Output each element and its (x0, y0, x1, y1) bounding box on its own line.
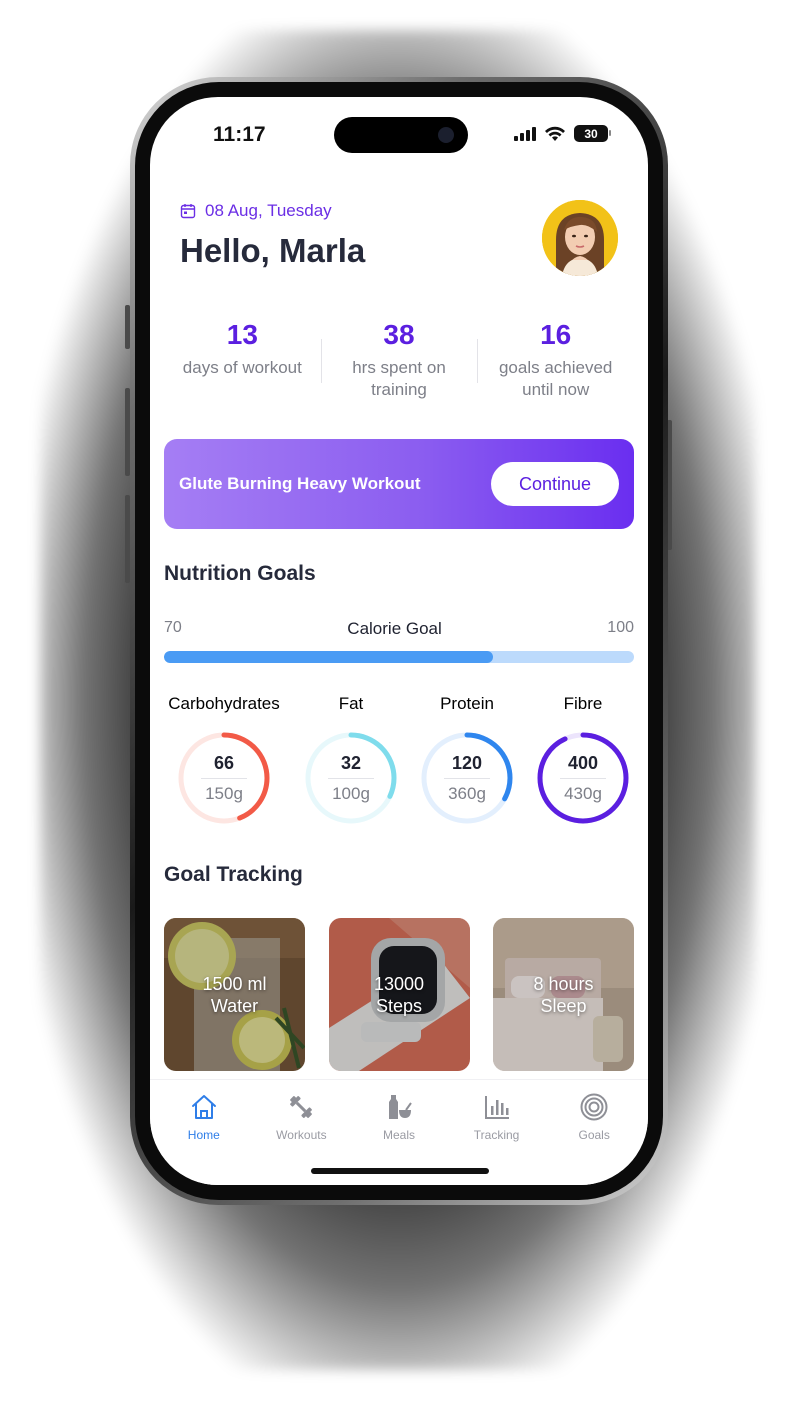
calendar-icon (180, 204, 196, 219)
workout-banner[interactable]: Glute Burning Heavy Workout Continue (164, 439, 634, 529)
status-time: 11:17 (213, 123, 266, 146)
goal-label: Water (210, 995, 259, 1016)
status-bar: 11:17 30 (150, 97, 648, 167)
app-screen: 11:17 30 08 Aug, Tuesday Hello, Marla 13… (150, 97, 648, 1185)
macro-rings: Carbohydrates Fat Protein Fibre 66 150g 3… (150, 694, 648, 834)
macro-value: 32 (340, 753, 362, 773)
stat-label: days of workout (182, 358, 302, 377)
tab-label: Workouts (276, 1128, 327, 1142)
goal-value: 13000 (373, 973, 425, 994)
goal-tracking-title: Goal Tracking (164, 863, 303, 886)
macro-total: 360g (448, 784, 486, 803)
tab-label: Home (187, 1128, 220, 1142)
goal-card-sleep[interactable]: 8 hours Sleep (493, 918, 634, 1071)
tab-goals[interactable]: Goals (545, 1080, 643, 1185)
battery-icon: 30 (574, 125, 611, 142)
calorie-goal-label: Calorie Goal (347, 619, 442, 638)
meals-icon (388, 1095, 412, 1119)
home-icon (191, 1095, 216, 1119)
macro-total: 430g (564, 784, 602, 803)
nutrition-goals-title: Nutrition Goals (164, 562, 316, 585)
calorie-max: 100 (607, 619, 634, 636)
greeting-title: Hello, Marla (180, 232, 366, 269)
goal-value: 1500 ml (202, 973, 267, 994)
macro-name-carbohydrates: Carbohydrates (168, 694, 280, 713)
target-icon (580, 1093, 608, 1121)
tab-label: Tracking (473, 1128, 520, 1142)
calorie-min: 70 (164, 619, 182, 636)
calorie-progress-bar (164, 651, 634, 663)
stat-workout-days: 13 days of workout (164, 319, 321, 401)
goal-cards: 1500 ml Water 13000 Steps 8 hours Sleep (164, 918, 634, 1071)
status-icons: 30 (514, 125, 611, 142)
macro-name-fat: Fat (338, 694, 364, 713)
goal-label: Sleep (540, 995, 587, 1016)
avatar[interactable] (542, 200, 618, 276)
tab-label: Goals (578, 1128, 610, 1142)
tab-label: Meals (382, 1128, 415, 1142)
stat-value: 38 (383, 319, 415, 350)
date-label: 08 Aug, Tuesday (205, 201, 332, 220)
stat-training-hours: 38 hrs spent on training (320, 319, 478, 401)
wifi-icon (545, 126, 565, 141)
macro-name-fibre: Fibre (563, 694, 603, 713)
continue-button[interactable]: Continue (491, 462, 619, 506)
macro-ring-carbohydrates[interactable]: 66 150g (176, 730, 272, 826)
macro-ring-fibre[interactable]: 400 430g (535, 730, 631, 826)
dumbbell-icon (290, 1096, 313, 1118)
goal-value: 8 hours (533, 973, 594, 994)
home-indicator (311, 1168, 489, 1174)
macro-value: 120 (451, 753, 483, 773)
macro-value: 66 (213, 753, 235, 773)
goal-card-water[interactable]: 1500 ml Water (164, 918, 305, 1071)
phone-frame: 11:17 30 08 Aug, Tuesday Hello, Marla 13… (130, 77, 668, 1205)
signal-icon (514, 126, 536, 141)
calorie-goal-row: 70 Calorie Goal 100 (164, 619, 634, 639)
stats-row: 13 days of workout 38 hrs spent on train… (164, 319, 634, 401)
macro-ring-protein[interactable]: 120 360g (419, 730, 515, 826)
stat-label: goals achieved until now (498, 358, 613, 399)
chart-icon (484, 1096, 509, 1119)
goal-card-steps[interactable]: 13000 Steps (328, 918, 470, 1071)
workout-banner-title: Glute Burning Heavy Workout (179, 474, 421, 493)
macro-ring-fat[interactable]: 32 100g (303, 730, 399, 826)
stat-goals-achieved: 16 goals achieved until now (477, 319, 634, 401)
macro-total: 100g (332, 784, 370, 803)
dynamic-island (334, 117, 468, 153)
macro-name-protein: Protein (440, 694, 494, 713)
macro-value: 400 (567, 753, 599, 773)
date-row: 08 Aug, Tuesday (180, 201, 332, 221)
goal-label: Steps (375, 995, 423, 1016)
stat-value: 16 (540, 319, 572, 350)
macro-total: 150g (205, 784, 243, 803)
calorie-progress-fill (164, 651, 493, 663)
stat-value: 13 (226, 319, 258, 350)
stat-label: hrs spent on training (352, 358, 446, 399)
tab-home[interactable]: Home (155, 1080, 253, 1185)
